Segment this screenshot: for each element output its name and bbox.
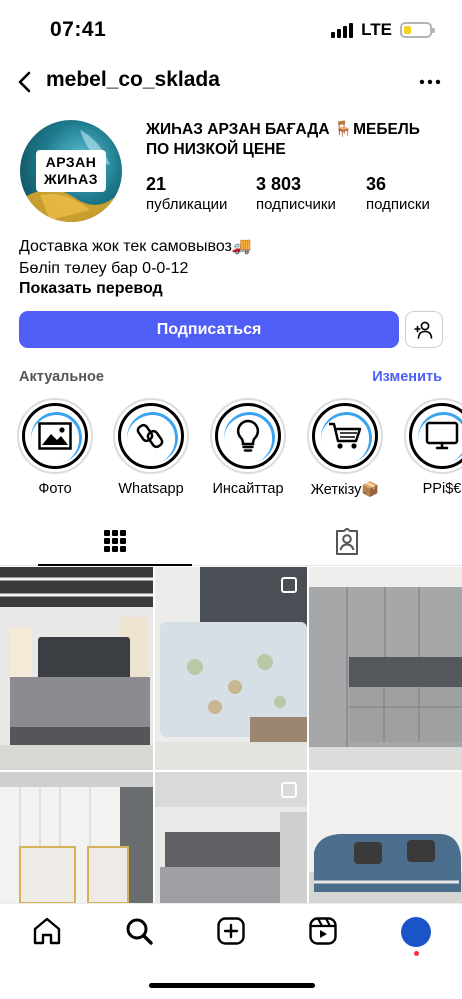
story-highlights: Фото Whatsapp Инсайттар Жеткізу📦 PPi$€ bbox=[0, 398, 462, 498]
posts-grid bbox=[0, 567, 462, 903]
profile-avatar-icon[interactable] bbox=[401, 917, 431, 947]
highlight-ring bbox=[113, 398, 189, 474]
profile-bio: Доставка жок тек самовывоз🚚 Бөліп төлеу … bbox=[19, 236, 439, 280]
highlight-ring bbox=[210, 398, 286, 474]
highlight-insights[interactable]: Инсайттар bbox=[208, 398, 288, 497]
post-image bbox=[309, 567, 462, 770]
post-thumbnail[interactable] bbox=[309, 772, 462, 903]
add-user-icon bbox=[414, 321, 433, 339]
stat-posts-value: 21 bbox=[146, 174, 167, 194]
highlight-label: Фото bbox=[38, 481, 72, 497]
highlight-cover bbox=[22, 403, 88, 469]
highlight-whatsapp[interactable]: Whatsapp bbox=[111, 398, 191, 497]
highlight-photo[interactable]: Фото bbox=[15, 398, 95, 497]
avatar-text-line2: ЖИҺАЗ bbox=[44, 171, 98, 187]
reels-icon[interactable] bbox=[308, 916, 338, 946]
highlights-title: Актуальное bbox=[19, 369, 104, 385]
cart-icon bbox=[329, 422, 362, 449]
tab-tagged[interactable] bbox=[270, 518, 424, 566]
stat-following-label: подписки bbox=[366, 196, 430, 213]
stat-followers[interactable]: 3 803 подписчики bbox=[256, 174, 336, 216]
post-thumbnail[interactable] bbox=[309, 567, 462, 770]
stat-following-value: 36 bbox=[366, 174, 387, 194]
highlight-ring bbox=[307, 398, 383, 474]
status-indicators: LTE bbox=[331, 20, 435, 40]
bio-line: Бөліп төлеу бар 0-0-12 bbox=[19, 260, 189, 277]
post-thumbnail[interactable] bbox=[0, 772, 153, 903]
photo-icon bbox=[38, 422, 72, 450]
home-icon[interactable] bbox=[32, 916, 62, 946]
home-indicator bbox=[149, 983, 315, 988]
monitor-icon bbox=[425, 421, 459, 450]
post-image bbox=[309, 772, 462, 903]
post-image bbox=[0, 772, 153, 903]
whatsapp-icon bbox=[136, 423, 164, 449]
bio-line: Доставка жок тек самовывоз🚚 bbox=[19, 238, 252, 255]
profile-full-name: ЖИҺАЗ АРЗАН БАҒАДА 🪑МЕБЕЛЬ ПО НИЗКОЙ ЦЕН… bbox=[146, 121, 420, 158]
highlight-prices[interactable]: PPi$€ bbox=[402, 398, 462, 497]
stat-following[interactable]: 36 подписки bbox=[366, 174, 430, 216]
lightbulb-icon bbox=[236, 419, 260, 452]
highlight-label: Инсайттар bbox=[212, 481, 284, 497]
multiple-photos-icon bbox=[281, 577, 297, 593]
suggested-users-button[interactable] bbox=[405, 311, 443, 348]
stat-followers-label: подписчики bbox=[256, 196, 336, 213]
username: mebel_co_sklada bbox=[46, 68, 220, 91]
post-thumbnail[interactable] bbox=[155, 772, 307, 903]
highlight-ring bbox=[17, 398, 93, 474]
follow-button[interactable]: Подписаться bbox=[19, 311, 399, 348]
battery-icon bbox=[400, 22, 435, 38]
battery-level bbox=[404, 26, 412, 34]
highlight-cover bbox=[312, 403, 378, 469]
plus-square-icon[interactable] bbox=[216, 916, 246, 946]
highlight-delivery[interactable]: Жеткізу📦 bbox=[305, 398, 385, 498]
tab-posts-grid[interactable] bbox=[38, 518, 192, 566]
highlight-label: Жеткізу📦 bbox=[310, 482, 380, 498]
stat-posts-label: публикации bbox=[146, 196, 228, 213]
status-bar: 07:41 LTE bbox=[0, 0, 462, 60]
avatar-logo: АРЗАН ЖИҺАЗ bbox=[36, 150, 106, 192]
grid-icon bbox=[104, 530, 126, 552]
status-time: 07:41 bbox=[50, 18, 107, 41]
post-thumbnail[interactable] bbox=[0, 567, 153, 770]
stat-followers-value: 3 803 bbox=[256, 174, 302, 194]
highlight-cover bbox=[215, 403, 281, 469]
network-label: LTE bbox=[361, 20, 392, 39]
notification-dot bbox=[414, 951, 419, 956]
show-translation-link[interactable]: Показать перевод bbox=[19, 280, 163, 298]
highlight-label: Whatsapp bbox=[118, 481, 184, 497]
profile-stats: 21 публикации 3 803 подписчики 36 подпис… bbox=[146, 174, 446, 216]
profile-tabs bbox=[0, 518, 462, 566]
post-thumbnail[interactable] bbox=[155, 567, 307, 770]
highlights-edit-link[interactable]: Изменить bbox=[372, 369, 442, 385]
highlight-ring bbox=[404, 398, 462, 474]
signal-icon bbox=[331, 22, 354, 38]
multiple-photos-icon bbox=[281, 782, 297, 798]
stat-posts[interactable]: 21 публикации bbox=[146, 174, 227, 216]
avatar[interactable]: АРЗАН ЖИҺАЗ bbox=[20, 120, 122, 222]
post-image bbox=[155, 567, 307, 770]
chevron-left-icon[interactable] bbox=[12, 68, 40, 96]
post-image bbox=[0, 567, 153, 770]
search-icon[interactable] bbox=[124, 916, 154, 946]
highlight-cover bbox=[118, 403, 184, 469]
highlight-cover bbox=[409, 403, 462, 469]
highlight-label: PPi$€ bbox=[422, 481, 462, 497]
tagged-person-icon bbox=[336, 528, 358, 555]
avatar-text-line1: АРЗАН bbox=[45, 154, 97, 170]
more-horizontal-icon[interactable] bbox=[418, 70, 442, 94]
profile-header: mebel_co_sklada bbox=[0, 62, 462, 102]
